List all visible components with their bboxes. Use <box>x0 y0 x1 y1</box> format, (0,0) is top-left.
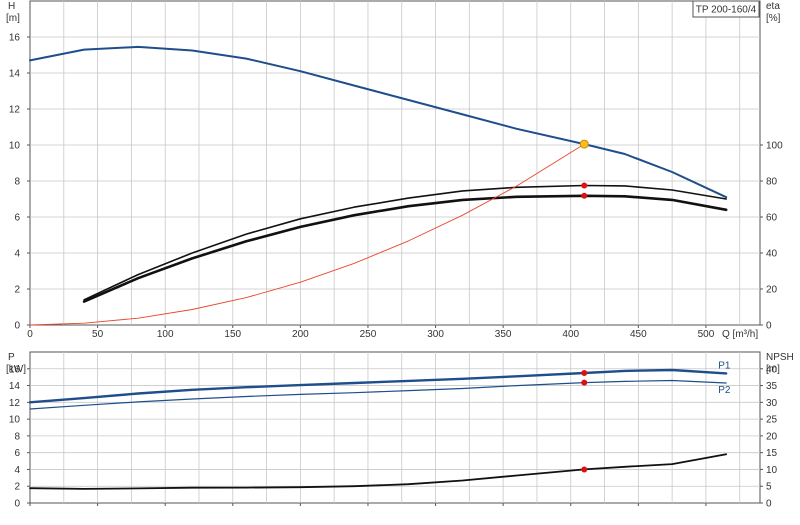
y-axis-unit: [m] <box>6 13 20 24</box>
y2-tick-label: 15 <box>766 448 778 459</box>
x-tick-label: 200 <box>292 329 309 340</box>
pump-model-box: TP 200-160/4 <box>692 0 760 18</box>
y-tick-label: 8 <box>14 431 20 442</box>
pump-curve-svg: 02468101214160204060801000 50 100 150 200 250… <box>6 0 794 510</box>
y-tick-label: 6 <box>14 448 20 459</box>
plot-frame <box>29 351 761 504</box>
pump-curve-chart: 0 2 4 6 8 10 12 14 16 0 20 40 60 80 100 0 50 100 150 200 250… <box>0 0 800 520</box>
series-label: P1 <box>718 360 731 371</box>
x-tick-label: 0 <box>27 329 33 340</box>
power-npsh-panel: 02468101214160510152025303540P[kW]NPSH[m… <box>6 351 794 510</box>
y2-axis-unit: [%] <box>766 13 781 24</box>
y2-tick-label: 0 <box>766 321 772 332</box>
x-tick-label: 50 <box>92 329 104 340</box>
y2-tick-label: 30 <box>766 398 778 409</box>
y-tick-label: 8 <box>14 177 20 188</box>
y-tick-label: 10 <box>9 415 21 426</box>
performance-panel: 0 2 4 6 8 10 12 14 16 0 20 40 60 80 100 0 50 100 150 200 250… <box>6 0 783 340</box>
x-axis-label: Q [m³/h] <box>722 329 758 340</box>
data-point-marker <box>581 369 588 376</box>
x-tick-label: 100 <box>157 329 174 340</box>
y2-tick-label: 0 <box>766 499 772 510</box>
y2-tick-label: 80 <box>766 177 778 188</box>
y2-tick-label: 10 <box>766 465 778 476</box>
y-tick-label: 4 <box>14 465 20 476</box>
y2-tick-label: 35 <box>766 381 778 392</box>
data-point-marker <box>581 192 588 199</box>
series-label: P2 <box>718 385 731 396</box>
y-axis-unit: [kW] <box>6 364 26 375</box>
y-tick-label: 12 <box>9 398 21 409</box>
duty-point-marker <box>579 139 589 149</box>
x-tick-label: 250 <box>360 329 377 340</box>
x-tick-label: 500 <box>698 329 715 340</box>
y-axis-label: H <box>8 1 15 12</box>
y2-tick-label: 20 <box>766 285 778 296</box>
y-tick-label: 4 <box>14 249 20 260</box>
y-tick-label: 14 <box>9 381 21 392</box>
y2-tick-label: 40 <box>766 249 778 260</box>
y-tick-label: 12 <box>9 105 21 116</box>
y-tick-label: 2 <box>14 285 20 296</box>
x-tick-label: 150 <box>224 329 241 340</box>
x-tick-label: 350 <box>495 329 512 340</box>
data-point-marker <box>581 379 588 386</box>
y-tick-label: 0 <box>14 499 20 510</box>
y2-axis-label: eta <box>766 1 780 12</box>
x-tick-label: 400 <box>562 329 579 340</box>
y-tick-label: 2 <box>14 482 20 493</box>
y-tick-label: 10 <box>9 141 21 152</box>
y2-tick-label: 5 <box>766 482 772 493</box>
y2-tick-label: 20 <box>766 431 778 442</box>
x-tick-label: 300 <box>427 329 444 340</box>
x-tick-label: 450 <box>630 329 647 340</box>
y-tick-label: 0 <box>14 321 20 332</box>
y2-tick-label: 60 <box>766 213 778 224</box>
y2-axis-label: NPSH <box>766 352 794 363</box>
y-tick-label: 6 <box>14 213 20 224</box>
y2-tick-label: 100 <box>766 141 783 152</box>
y2-axis-unit: [m] <box>766 364 780 375</box>
y-tick-label: 16 <box>9 33 21 44</box>
y-axis-label: P <box>8 352 15 363</box>
data-point-marker <box>581 182 588 189</box>
y2-tick-label: 25 <box>766 415 778 426</box>
data-point-marker <box>581 466 588 473</box>
pump-model-label: TP 200-160/4 <box>696 5 757 16</box>
y-tick-label: 14 <box>9 69 21 80</box>
